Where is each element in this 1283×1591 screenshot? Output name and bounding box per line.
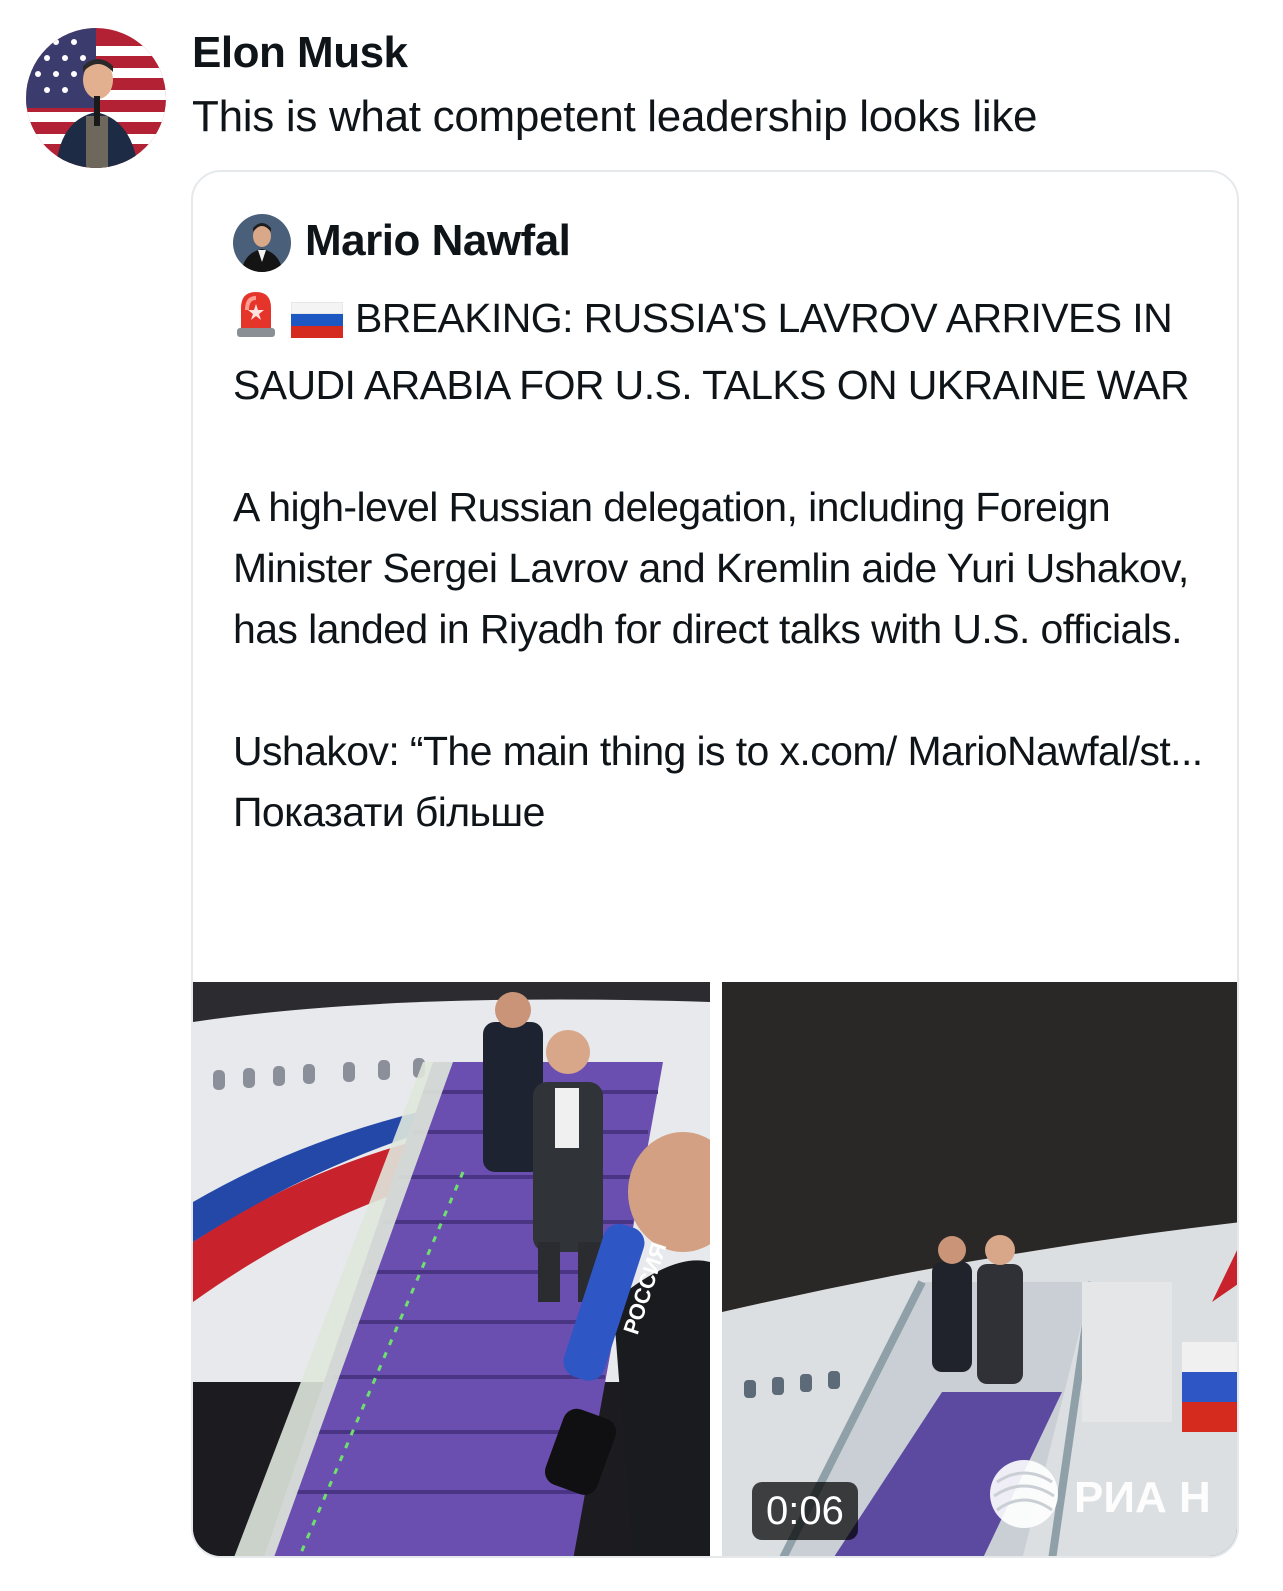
photo-icon: РОССИЯ	[193, 982, 710, 1556]
tweet-text: This is what competent leadership looks …	[192, 92, 1038, 141]
show-more-link[interactable]: Показати більше	[233, 789, 545, 835]
quoted-headline: BREAKING: RUSSIA'S LAVROV ARRIVES IN SAU…	[233, 295, 1190, 408]
quoted-paragraph-2: Ushakov: “The main thing is to x.com/ Ma…	[233, 728, 1203, 774]
video-duration-badge: 0:06	[752, 1482, 858, 1540]
avatar-photo-icon	[233, 214, 291, 272]
author-avatar[interactable]	[26, 28, 166, 168]
quoted-author-name[interactable]: Mario Nawfal	[305, 216, 571, 266]
siren-emoji-icon	[233, 288, 279, 355]
quoted-tweet-text: BREAKING: RUSSIA'S LAVROV ARRIVES IN SAU…	[233, 288, 1223, 843]
russia-flag-emoji-icon	[290, 294, 344, 355]
media-image-left[interactable]: РОССИЯ	[193, 982, 710, 1556]
author-name[interactable]: Elon Musk	[192, 28, 408, 78]
quoted-tweet-card[interactable]: Mario Nawfal BREAKING: RUSSIA'S LAVROV A…	[191, 170, 1239, 1558]
video-thumbnail-icon: РИА Н	[722, 982, 1237, 1556]
quoted-author-avatar[interactable]	[233, 214, 291, 272]
watermark-text: РИА Н	[1074, 1473, 1211, 1522]
quoted-paragraph-1: A high-level Russian delegation, includi…	[233, 484, 1189, 652]
avatar-photo-icon	[26, 28, 166, 168]
media-video-right[interactable]: РИА Н 0:06	[722, 982, 1237, 1556]
